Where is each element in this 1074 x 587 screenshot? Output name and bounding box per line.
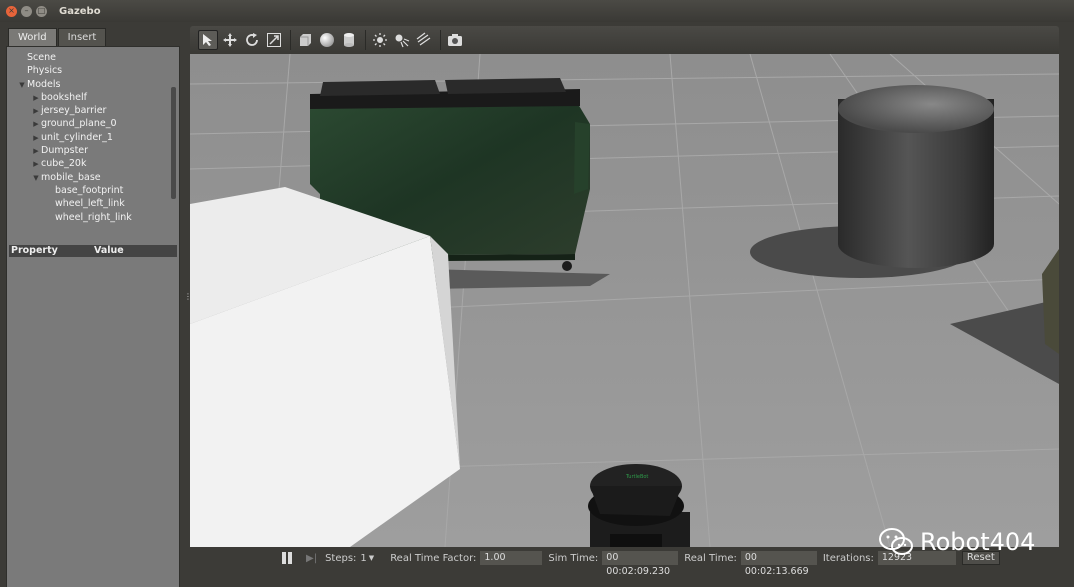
step-forward-icon[interactable]: ▶| <box>306 553 317 564</box>
minimize-window-button[interactable]: – <box>21 5 32 17</box>
tree-item-label: base_footprint <box>55 184 124 196</box>
sim-time-value: 00 00:02:09.230 <box>602 551 679 577</box>
property-table-header: Property Value <box>9 245 177 257</box>
tree-item-label: Physics <box>27 65 63 77</box>
collapsed-arrow-icon[interactable]: ▶ <box>31 158 41 171</box>
tree-item-physics[interactable]: Physics <box>7 64 171 77</box>
tree-item-dumpster[interactable]: ▶ Dumpster <box>7 144 171 157</box>
tree-item-mobile-base[interactable]: ▼ mobile_base <box>7 171 171 184</box>
real-time-value: 00 00:02:13.669 <box>740 551 817 577</box>
close-window-button[interactable]: × <box>6 5 17 17</box>
tree-item-models[interactable]: ▼ Models <box>7 78 171 91</box>
iterations-label: Iterations: <box>822 552 874 564</box>
sphere-icon[interactable] <box>317 30 337 50</box>
sim-time-label: Sim Time: <box>548 552 599 564</box>
select-arrow-icon[interactable] <box>198 30 218 50</box>
collapsed-arrow-icon[interactable]: ▶ <box>31 118 41 131</box>
tree-scrollbar-thumb[interactable] <box>171 87 176 199</box>
tree-item-scene[interactable]: Scene <box>7 51 171 64</box>
left-panel: World Insert Scene Physics ▼ Models ▶ book… <box>0 22 184 587</box>
bookshelf-model <box>190 187 460 547</box>
tree-item-label: mobile_base <box>41 171 101 183</box>
steps-label: Steps: <box>325 552 357 564</box>
watermark-text: Robot404 <box>920 528 1036 556</box>
toolbar <box>190 26 1059 54</box>
tree-item-label: ground_plane_0 <box>41 118 117 130</box>
point-light-icon[interactable] <box>370 30 390 50</box>
tree-scrollbar[interactable] <box>171 87 177 199</box>
expanded-arrow-icon[interactable]: ▼ <box>31 172 41 185</box>
expanded-arrow-icon[interactable]: ▼ <box>17 79 27 92</box>
tree-item-label: unit_cylinder_1 <box>41 131 113 143</box>
rotate-icon[interactable] <box>242 30 262 50</box>
tab-world[interactable]: World <box>8 28 57 46</box>
tree-item-label: wheel_left_link <box>55 198 125 210</box>
world-panel: Scene Physics ▼ Models ▶ bookshelf ▶ jersey… <box>6 46 180 587</box>
panel-tabs: World Insert <box>8 28 107 46</box>
wechat-icon <box>879 528 913 555</box>
tree-item-wheel-left-link[interactable]: wheel_left_link <box>7 197 171 210</box>
tree-item-label: bookshelf <box>41 91 87 103</box>
value-column-header: Value <box>94 245 124 256</box>
scene-viewport[interactable]: TurtleBot <box>190 54 1059 547</box>
tree-item-label: Scene <box>27 52 56 63</box>
tree-item-label: jersey_barrier <box>41 105 107 117</box>
tree-item-label: cube_20k <box>41 158 87 170</box>
maximize-window-button[interactable]: □ <box>36 5 47 17</box>
tree-item-cube[interactable]: ▶ cube_20k <box>7 157 171 170</box>
directional-light-icon[interactable] <box>414 30 434 50</box>
collapsed-arrow-icon[interactable]: ▶ <box>31 132 41 145</box>
window-title: Gazebo <box>59 5 101 17</box>
toolbar-separator <box>365 30 366 50</box>
steps-spinner-icon[interactable]: ▼ <box>369 554 374 562</box>
cylinder-icon[interactable] <box>339 30 359 50</box>
tree-item-label: Models <box>27 78 61 90</box>
pause-icon[interactable] <box>282 552 294 564</box>
title-bar: × – □ Gazebo <box>0 0 1074 22</box>
tree-item-label: Dumpster <box>41 145 89 157</box>
tree-item-unit-cylinder[interactable]: ▶ unit_cylinder_1 <box>7 131 171 144</box>
toolbar-separator <box>290 30 291 50</box>
panel-splitter-handle[interactable]: ⋮ <box>184 292 192 302</box>
box-icon[interactable] <box>295 30 315 50</box>
tree-item-ground-plane[interactable]: ▶ ground_plane_0 <box>7 117 171 130</box>
toolbar-separator <box>440 30 441 50</box>
screenshot-icon[interactable] <box>445 30 465 50</box>
real-time-factor-label: Real Time Factor: <box>390 552 477 564</box>
collapsed-arrow-icon[interactable]: ▶ <box>31 105 41 118</box>
tree-item-label: wheel_right_link <box>55 211 132 223</box>
tree-item-bookshelf[interactable]: ▶ bookshelf <box>7 91 171 104</box>
real-time-label: Real Time: <box>684 552 737 564</box>
tree-item-jersey-barrier[interactable]: ▶ jersey_barrier <box>7 104 171 117</box>
property-column-header: Property <box>11 245 58 256</box>
unit-cylinder-model <box>838 85 994 268</box>
scale-icon[interactable] <box>264 30 284 50</box>
spot-light-icon[interactable] <box>392 30 412 50</box>
collapsed-arrow-icon[interactable]: ▶ <box>31 145 41 158</box>
world-tree: Scene Physics ▼ Models ▶ bookshelf ▶ jersey… <box>7 51 171 247</box>
real-time-factor-value: 1.00 <box>480 551 543 565</box>
tab-insert[interactable]: Insert <box>57 28 107 46</box>
watermark: Robot404 <box>878 527 1035 557</box>
steps-value[interactable]: 1 <box>360 553 366 564</box>
translate-icon[interactable] <box>220 30 240 50</box>
collapsed-arrow-icon[interactable]: ▶ <box>31 92 41 105</box>
tree-item-base-footprint[interactable]: base_footprint <box>7 184 171 197</box>
tree-item-wheel-right-link[interactable]: wheel_right_link <box>7 211 171 224</box>
turtlebot-logo-text: TurtleBot <box>625 474 648 480</box>
